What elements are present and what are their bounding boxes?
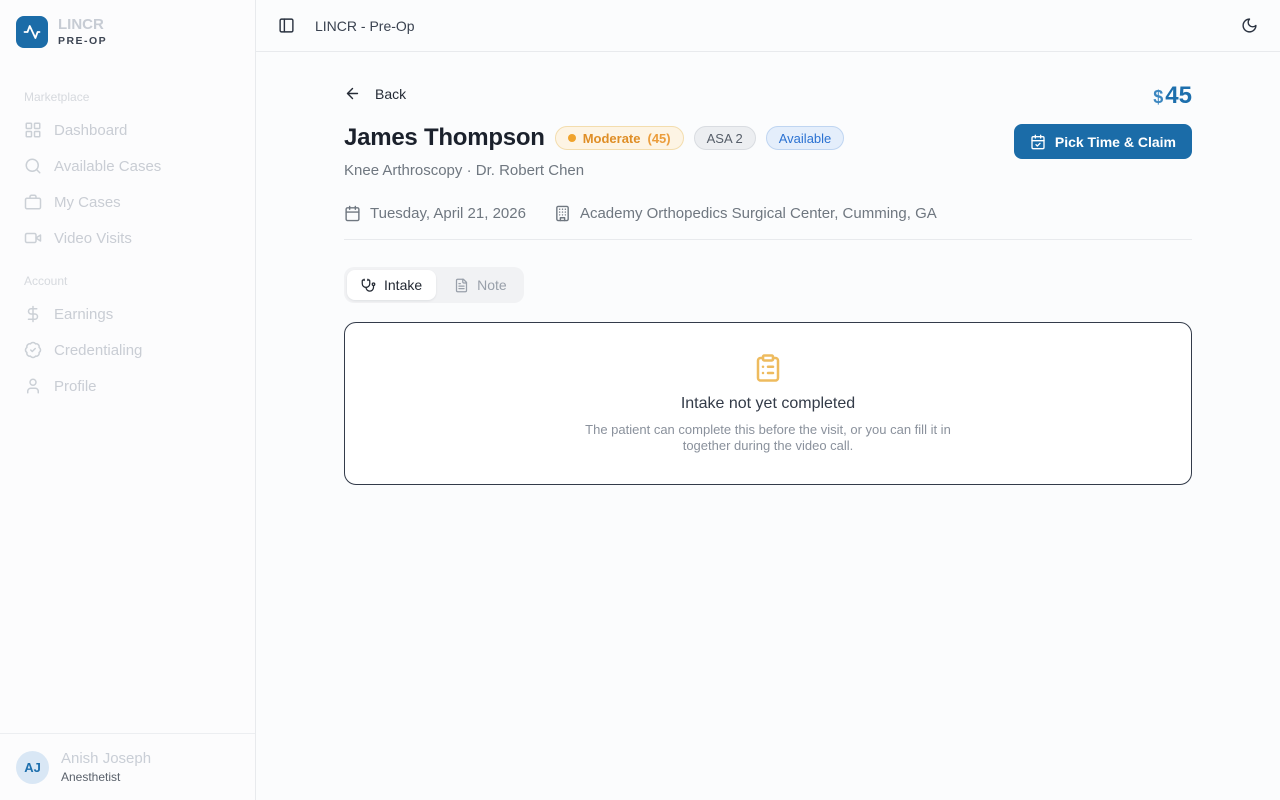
brand: LINCR PRE-OP	[0, 0, 255, 64]
sidebar-item-label: My Cases	[54, 193, 121, 211]
sidebar-item-available-cases[interactable]: Available Cases	[12, 148, 243, 184]
patient-name: James Thompson	[344, 124, 545, 151]
sidebar-item-dashboard[interactable]: Dashboard	[12, 112, 243, 148]
user-role: Anesthetist	[61, 770, 121, 784]
sidebar-item-credentialing[interactable]: Credentialing	[12, 332, 243, 368]
badge-check-icon	[24, 341, 42, 359]
tabs: Intake Note	[344, 267, 524, 303]
price-currency: $	[1153, 87, 1164, 107]
price-amount: 45	[1165, 82, 1192, 109]
search-icon	[24, 157, 42, 175]
tab-intake-label: Intake	[384, 277, 423, 293]
sidebar-item-video-visits[interactable]: Video Visits	[12, 220, 243, 256]
dollar-icon	[24, 305, 42, 323]
risk-label: Moderate	[582, 130, 641, 146]
intake-empty-card: Intake not yet completed The patient can…	[344, 322, 1192, 485]
claim-button-label: Pick Time & Claim	[1054, 133, 1176, 150]
procedure-line: Knee Arthroscopy · Dr. Robert Chen	[344, 162, 585, 179]
sidebar-nav: Marketplace Dashboard Available Cases My…	[0, 64, 255, 404]
theme-toggle-button[interactable]	[1235, 11, 1264, 40]
sidebar-item-label: Video Visits	[54, 229, 132, 247]
arrow-left-icon	[344, 85, 361, 102]
user-name: Anish Joseph	[61, 750, 152, 767]
nav-section-marketplace: Marketplace	[24, 90, 90, 104]
main-area: LINCR - Pre-Op Back James Thompson Moder…	[256, 0, 1280, 800]
back-label: Back	[375, 85, 407, 102]
brand-subtitle: PRE-OP	[58, 35, 108, 48]
user-icon	[24, 377, 42, 395]
moon-icon	[1241, 17, 1258, 34]
tab-note[interactable]: Note	[440, 270, 521, 300]
sidebar-item-my-cases[interactable]: My Cases	[12, 184, 243, 220]
calendar-icon	[344, 205, 361, 222]
content: Back James Thompson Moderate (45) ASA 2 …	[256, 52, 1280, 800]
case-date: Tuesday, April 21, 2026	[344, 205, 526, 222]
sidebar-toggle-button[interactable]	[272, 11, 301, 40]
tab-note-label: Note	[477, 277, 507, 293]
stethoscope-icon	[361, 278, 376, 293]
intake-empty-description: The patient can complete this before the…	[585, 421, 951, 453]
price: $ 45	[1153, 82, 1192, 110]
tab-intake[interactable]: Intake	[347, 270, 437, 300]
case-meta: Tuesday, April 21, 2026 Academy Orthoped…	[344, 205, 1192, 222]
intake-empty-title: Intake not yet completed	[680, 394, 856, 412]
topbar-title: LINCR - Pre-Op	[315, 17, 415, 34]
sidebar: LINCR PRE-OP Marketplace Dashboard Avail…	[0, 0, 256, 800]
file-text-icon	[454, 278, 469, 293]
sidebar-user[interactable]: AJ Anish Joseph Anesthetist	[0, 733, 255, 800]
sidebar-item-label: Profile	[54, 377, 97, 395]
sidebar-item-profile[interactable]: Profile	[12, 368, 243, 404]
risk-badge: Moderate (45)	[554, 126, 684, 150]
divider	[344, 239, 1192, 240]
brand-name: LINCR	[58, 15, 104, 33]
sidebar-item-label: Available Cases	[54, 157, 162, 175]
sidebar-item-label: Earnings	[54, 305, 114, 323]
dashboard-icon	[24, 121, 42, 139]
avatar: AJ	[16, 750, 49, 784]
case-header: Back James Thompson Moderate (45) ASA 2 …	[344, 80, 1192, 179]
topbar: LINCR - Pre-Op	[256, 0, 1280, 52]
clipboard-list-icon	[753, 353, 783, 383]
sidebar-item-earnings[interactable]: Earnings	[12, 296, 243, 332]
briefcase-icon	[24, 193, 42, 211]
building-icon	[554, 205, 571, 222]
sidebar-item-label: Credentialing	[54, 341, 143, 359]
video-icon	[24, 229, 42, 247]
status-badge: Available	[765, 126, 845, 150]
pick-time-claim-button[interactable]: Pick Time & Claim	[1013, 124, 1192, 159]
back-button[interactable]: Back	[344, 85, 406, 102]
risk-count: (45)	[647, 130, 671, 146]
brand-logo	[16, 16, 48, 48]
risk-dot-icon	[567, 134, 576, 142]
activity-icon	[23, 23, 41, 41]
calendar-check-icon	[1030, 134, 1046, 150]
sidebar-item-label: Dashboard	[54, 121, 128, 139]
case-date-text: Tuesday, April 21, 2026	[370, 205, 526, 222]
nav-section-account: Account	[24, 274, 68, 288]
panel-left-icon	[278, 17, 295, 34]
asa-badge: ASA 2	[693, 126, 756, 150]
case-location-text: Academy Orthopedics Surgical Center, Cum…	[579, 205, 937, 222]
case-location: Academy Orthopedics Surgical Center, Cum…	[554, 205, 937, 222]
